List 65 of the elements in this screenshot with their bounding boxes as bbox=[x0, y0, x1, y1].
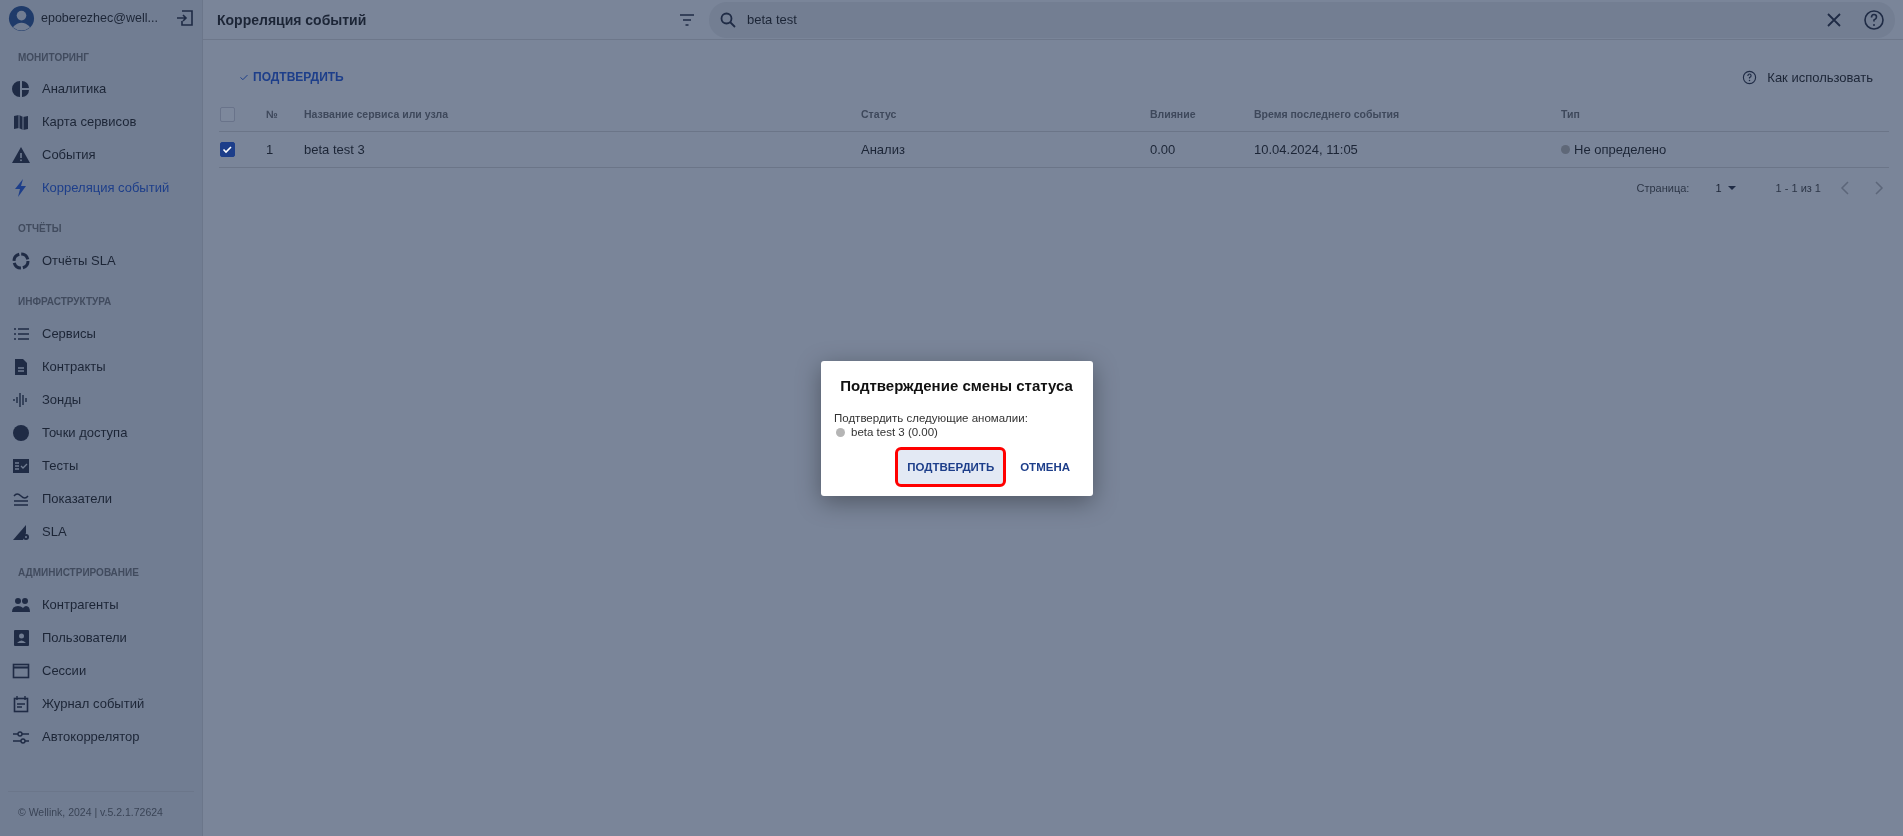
column-header[interactable]: Тип bbox=[1560, 97, 1889, 132]
pie-chart-icon bbox=[12, 79, 30, 98]
column-header[interactable]: Название сервиса или узла bbox=[303, 97, 860, 132]
sidebar-item[interactable]: Показатели bbox=[0, 482, 202, 515]
page-label: Страница: bbox=[1636, 182, 1690, 194]
sidebar-item[interactable]: Автокоррелятор bbox=[0, 720, 202, 753]
sidebar-item[interactable]: Журнал событий bbox=[0, 687, 202, 720]
sidebar-item[interactable]: Сервисы bbox=[0, 317, 202, 350]
sidebar-item[interactable]: Контрагенты bbox=[0, 588, 202, 621]
column-header[interactable]: Статус bbox=[860, 97, 1149, 132]
signal-bars-icon bbox=[12, 390, 30, 409]
sidebar-item[interactable]: Сессии bbox=[0, 654, 202, 687]
sidebar-item[interactable]: Контракты bbox=[0, 350, 202, 383]
sidebar-item[interactable]: Карта сервисов bbox=[0, 105, 202, 138]
user-name: epoberezhec@well... bbox=[41, 11, 159, 25]
caret-icon bbox=[1727, 186, 1736, 190]
column-header[interactable]: Влияние bbox=[1149, 97, 1253, 132]
search-icon bbox=[719, 10, 737, 29]
table-cell-text: 0.00 bbox=[1150, 142, 1176, 157]
logout-icon[interactable] bbox=[176, 9, 194, 27]
window-icon bbox=[12, 661, 30, 680]
sidebar-item[interactable]: Корреляция событий bbox=[0, 171, 202, 204]
table-cell-text: beta test 3 bbox=[304, 142, 365, 157]
table-cell-text: Анализ bbox=[861, 142, 905, 157]
sidebar-item[interactable]: Зонды bbox=[0, 383, 202, 416]
avatar-icon bbox=[8, 4, 35, 32]
sidebar-item[interactable]: Тесты bbox=[0, 449, 202, 482]
dialog-title: Подтверждение смены статуса bbox=[839, 377, 1074, 394]
version-footer: © Wellink, 2024 | v.5.2.1.72624 bbox=[8, 791, 194, 836]
search-bar[interactable]: beta test bbox=[709, 1, 1895, 38]
sidebar-item[interactable]: SLA bbox=[0, 515, 202, 548]
sidebar-item[interactable]: Аналитика bbox=[0, 72, 202, 105]
confirm-button[interactable]: ПОДТВЕРДИТЬ bbox=[898, 450, 1004, 484]
sidebar-item[interactable]: Пользователи bbox=[0, 621, 202, 654]
checklist-icon bbox=[12, 456, 30, 475]
page-select[interactable]: 1 bbox=[1709, 181, 1742, 195]
person-card-icon bbox=[12, 628, 30, 647]
check-icon bbox=[239, 72, 249, 82]
anomaly-label: beta test 3 (0.00) bbox=[851, 426, 938, 438]
row-checkbox[interactable] bbox=[220, 142, 235, 157]
column-header[interactable]: Время последнего события bbox=[1253, 97, 1560, 132]
dashed-ring-icon bbox=[12, 251, 30, 270]
cancel-button[interactable]: ОТМЕНА bbox=[1011, 450, 1079, 484]
map-icon bbox=[12, 112, 30, 131]
help-icon[interactable] bbox=[1863, 8, 1885, 31]
column-header[interactable]: № bbox=[265, 97, 303, 132]
help-icon bbox=[1742, 69, 1758, 85]
dialog-text: Подтвердить следующие аномалии: bbox=[834, 412, 1029, 424]
sidebar-item[interactable]: Точки доступа bbox=[0, 416, 202, 449]
circle-icon bbox=[12, 423, 30, 442]
check-icon bbox=[221, 143, 234, 156]
sidebar-item[interactable]: Отчёты SLA bbox=[0, 244, 202, 277]
help-link[interactable]: Как использовать bbox=[1736, 68, 1879, 86]
calendar-icon bbox=[12, 694, 30, 713]
page-title: Корреляция событий bbox=[217, 11, 368, 28]
table-cell-text: 10.04.2024, 11:05 bbox=[1254, 142, 1358, 157]
search-input[interactable]: beta test bbox=[745, 11, 1805, 28]
document-icon bbox=[12, 357, 30, 376]
page-range: 1 - 1 из 1 bbox=[1775, 182, 1821, 194]
table-cell-text: 1 bbox=[266, 142, 274, 157]
people-icon bbox=[12, 595, 30, 614]
type-label: Не определено bbox=[1574, 142, 1667, 157]
sidebar-item[interactable]: События bbox=[0, 138, 202, 171]
warning-icon bbox=[12, 145, 30, 164]
confirm-button[interactable]: ПОДТВЕРДИТЬ bbox=[235, 66, 348, 88]
